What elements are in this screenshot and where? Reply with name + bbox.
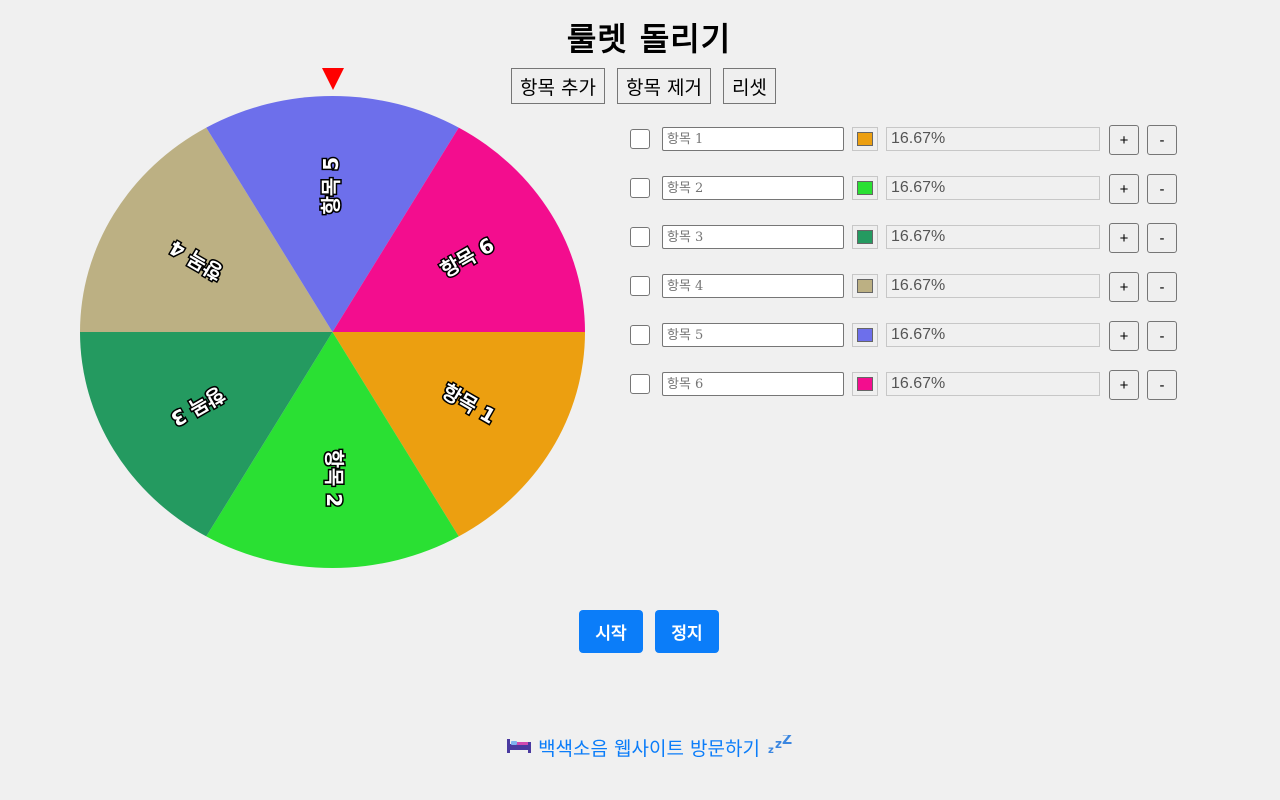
white-noise-link[interactable]: 백색소음 웹사이트 방문하기 z z Z	[0, 732, 1280, 761]
color-swatch	[857, 230, 873, 244]
item-checkbox[interactable]	[630, 374, 650, 394]
item-color-picker[interactable]	[852, 274, 878, 298]
increase-weight-button[interactable]: +	[1109, 223, 1139, 253]
wheel-segment-label: 항목 5	[319, 157, 343, 215]
decrease-weight-button[interactable]: -	[1147, 370, 1177, 400]
svg-text:Z: Z	[782, 735, 792, 748]
roulette-wheel-graphic: 항목 1항목 2항목 3항목 4항목 5항목 6	[80, 95, 585, 568]
svg-text:z: z	[775, 737, 782, 751]
wheel-pointer-icon	[322, 68, 344, 90]
color-swatch	[857, 132, 873, 146]
remove-item-button[interactable]: 항목 제거	[616, 68, 711, 104]
item-checkbox[interactable]	[630, 129, 650, 149]
decrease-weight-button[interactable]: -	[1147, 174, 1177, 204]
svg-text:z: z	[768, 745, 774, 755]
wheel-segment-label: 항목 2	[322, 449, 346, 507]
stop-button[interactable]: 정지	[655, 610, 719, 653]
decrease-weight-button[interactable]: -	[1147, 272, 1177, 302]
item-name-input[interactable]	[662, 372, 844, 396]
item-color-picker[interactable]	[852, 176, 878, 200]
zzz-icon: z z Z	[766, 732, 792, 760]
white-noise-link-text: 백색소음 웹사이트 방문하기	[538, 738, 760, 760]
item-checkbox[interactable]	[630, 325, 650, 345]
decrease-weight-button[interactable]: -	[1147, 125, 1177, 155]
item-name-input[interactable]	[662, 127, 844, 151]
color-swatch	[857, 377, 873, 391]
increase-weight-button[interactable]: +	[1109, 125, 1139, 155]
decrease-weight-button[interactable]: -	[1147, 223, 1177, 253]
item-color-picker[interactable]	[852, 127, 878, 151]
item-percent-field: 16.67%	[886, 225, 1100, 249]
increase-weight-button[interactable]: +	[1109, 174, 1139, 204]
roulette-wheel[interactable]: 항목 1 항목 2 항목 3 항목 4 항목 5 항목 6	[80, 95, 585, 568]
increase-weight-button[interactable]: +	[1109, 272, 1139, 302]
reset-button[interactable]: 리셋	[722, 68, 776, 104]
start-button[interactable]: 시작	[579, 610, 643, 653]
item-percent-field: 16.67%	[886, 127, 1100, 151]
item-percent-field: 16.67%	[886, 323, 1100, 347]
item-color-picker[interactable]	[852, 372, 878, 396]
item-name-input[interactable]	[662, 274, 844, 298]
color-swatch	[857, 279, 873, 293]
item-checkbox[interactable]	[630, 178, 650, 198]
item-color-picker[interactable]	[852, 323, 878, 347]
item-name-input[interactable]	[662, 323, 844, 347]
decrease-weight-button[interactable]: -	[1147, 321, 1177, 351]
increase-weight-button[interactable]: +	[1109, 370, 1139, 400]
color-swatch	[857, 181, 873, 195]
item-percent-field: 16.67%	[886, 372, 1100, 396]
item-percent-field: 16.67%	[886, 176, 1100, 200]
item-name-input[interactable]	[662, 225, 844, 249]
item-percent-field: 16.67%	[886, 274, 1100, 298]
page-title: 룰렛 돌리기	[566, 20, 732, 58]
item-color-picker[interactable]	[852, 225, 878, 249]
item-checkbox[interactable]	[630, 227, 650, 247]
bed-icon	[506, 736, 532, 759]
increase-weight-button[interactable]: +	[1109, 321, 1139, 351]
item-name-input[interactable]	[662, 176, 844, 200]
item-checkbox[interactable]	[630, 276, 650, 296]
color-swatch	[857, 328, 873, 342]
